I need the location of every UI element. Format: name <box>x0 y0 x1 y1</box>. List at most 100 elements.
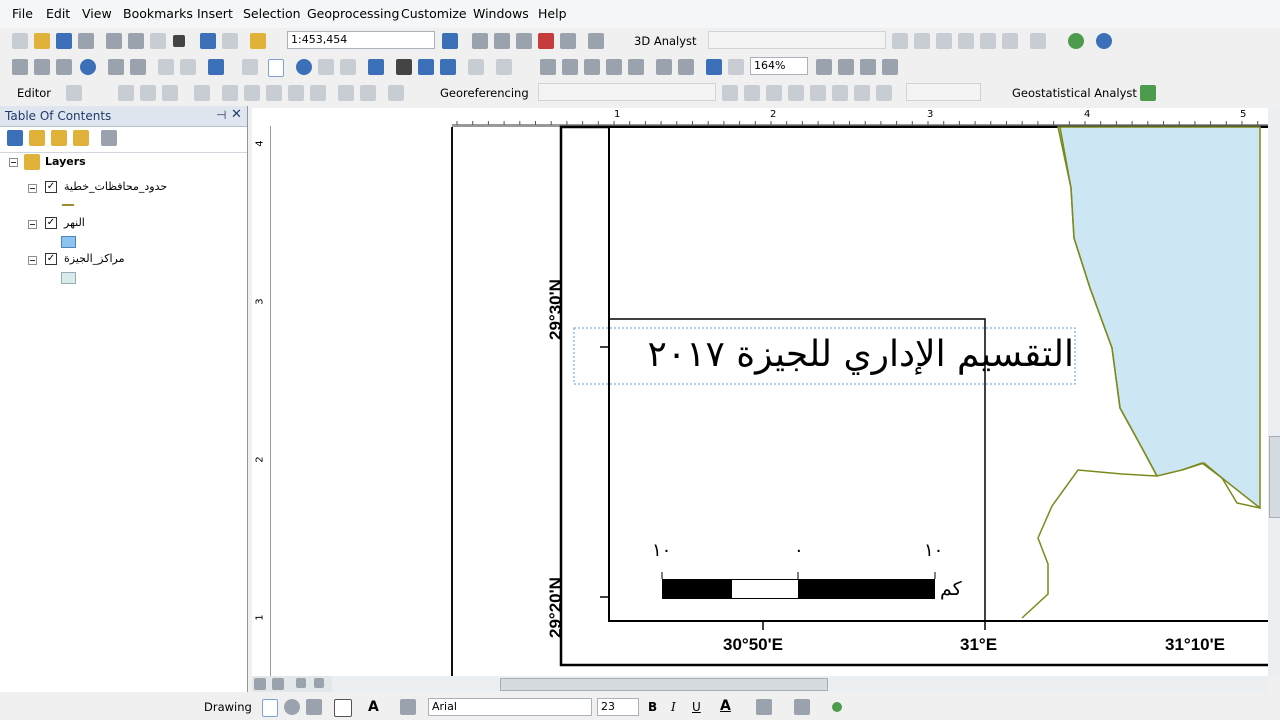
save-icon[interactable] <box>56 33 72 49</box>
data-view-icon[interactable] <box>254 678 266 690</box>
underline-button[interactable]: U <box>692 700 701 714</box>
zoom-to-selected-icon[interactable] <box>306 699 322 715</box>
select-elements-icon[interactable] <box>262 699 278 717</box>
select-features-icon[interactable] <box>208 59 224 75</box>
menu-help[interactable]: Help <box>538 6 567 21</box>
refresh-icon[interactable] <box>296 678 306 688</box>
drawing-dropdown[interactable]: Drawing <box>204 700 252 714</box>
fixed-zoom-in-layout-icon[interactable] <box>656 59 672 75</box>
horizontal-scrollbar[interactable] <box>252 676 1268 692</box>
edit-vertices-icon[interactable] <box>400 699 416 715</box>
editor-dropdown[interactable]: Editor <box>17 86 51 100</box>
marker-color-icon[interactable] <box>832 702 842 712</box>
layout-zoom-select[interactable]: 164% <box>750 57 808 75</box>
zoom-whole-page-icon[interactable] <box>606 59 622 75</box>
italic-button[interactable]: I <box>671 700 676 714</box>
undo-icon[interactable] <box>200 33 216 49</box>
menu-insert[interactable]: Insert <box>197 6 233 21</box>
menu-view[interactable]: View <box>82 6 112 21</box>
layer-name[interactable]: مراكز_الجيزة <box>64 252 124 265</box>
rotate-element-icon[interactable] <box>284 699 300 715</box>
3d-analyst-dropdown[interactable]: 3D Analyst <box>634 34 697 48</box>
toc-window-icon[interactable] <box>472 33 488 49</box>
identify-icon[interactable] <box>296 59 312 75</box>
scale-input[interactable]: 1:453,454 <box>287 31 435 49</box>
line-color-icon[interactable] <box>794 699 810 715</box>
layer-visibility-checkbox[interactable]: ✓ <box>45 181 57 193</box>
menu-edit[interactable]: Edit <box>46 6 70 21</box>
rectangle-icon[interactable] <box>334 699 352 717</box>
layout-view-icon[interactable] <box>272 678 284 690</box>
menu-file[interactable]: File <box>12 6 33 21</box>
data-driven-pages-icon[interactable] <box>882 59 898 75</box>
collapse-icon[interactable] <box>28 256 37 265</box>
font-size-select[interactable]: 23 <box>597 698 639 716</box>
zoom-out-icon[interactable] <box>34 59 50 75</box>
cut-icon[interactable] <box>106 33 122 49</box>
menu-customize[interactable]: Customize <box>401 6 467 21</box>
layer-visibility-checkbox[interactable]: ✓ <box>45 217 57 229</box>
fixed-zoom-in-icon[interactable] <box>108 59 124 75</box>
georef-value-input[interactable] <box>906 83 981 101</box>
go-to-xy-icon[interactable] <box>440 59 456 75</box>
fixed-zoom-out-icon[interactable] <box>130 59 146 75</box>
menu-windows[interactable]: Windows <box>473 6 529 21</box>
modelbuilder-icon[interactable] <box>588 33 604 49</box>
full-extent-icon[interactable] <box>80 59 96 75</box>
georef-layer-select[interactable] <box>538 83 716 101</box>
georeferencing-dropdown[interactable]: Georeferencing <box>440 86 529 100</box>
close-icon[interactable]: ✕ <box>231 107 242 122</box>
open-icon[interactable] <box>34 33 50 49</box>
python-window-icon[interactable] <box>560 33 576 49</box>
map-title[interactable]: التقسيم الإداري للجيزة ٢٠١٧ <box>604 330 1075 380</box>
focus-data-frame-icon[interactable] <box>838 59 854 75</box>
layout-pan-icon[interactable] <box>584 59 600 75</box>
new-icon[interactable] <box>12 33 28 49</box>
copy-icon[interactable] <box>128 33 144 49</box>
layer-visibility-checkbox[interactable]: ✓ <box>45 253 57 265</box>
scroll-thumb[interactable] <box>1269 436 1280 518</box>
list-by-visibility-icon[interactable] <box>51 130 67 146</box>
collapse-icon[interactable] <box>28 184 37 193</box>
measure-icon[interactable] <box>368 59 384 75</box>
paste-icon[interactable] <box>150 33 166 49</box>
layout-zoom-in-icon[interactable] <box>540 59 556 75</box>
list-by-source-icon[interactable] <box>29 130 45 146</box>
geostatistical-analyst-dropdown[interactable]: Geostatistical Analyst <box>1012 86 1137 100</box>
font-color-button[interactable]: A <box>720 698 731 714</box>
options-icon[interactable] <box>101 130 117 146</box>
search-window-icon[interactable] <box>516 33 532 49</box>
pause-icon[interactable] <box>314 678 324 688</box>
layers-root[interactable]: Layers <box>45 155 86 168</box>
fill-color-icon[interactable] <box>756 699 772 715</box>
print-icon[interactable] <box>78 33 94 49</box>
geostat-wizard-icon[interactable] <box>1140 85 1156 101</box>
bold-button[interactable]: B <box>648 700 657 714</box>
vertical-scrollbar[interactable] <box>1268 108 1280 676</box>
layer-name[interactable]: حدود_محافظات_خطية <box>64 180 167 193</box>
menu-bookmarks[interactable]: Bookmarks <box>123 6 193 21</box>
toggle-draft-icon[interactable] <box>816 59 832 75</box>
add-data-icon[interactable] <box>250 33 266 49</box>
layout-view[interactable]: 1 2 3 4 5 4 3 2 1 التقسيم الإداري للجيزة… <box>252 108 1268 676</box>
go-back-extent-icon[interactable] <box>706 59 722 75</box>
arcglobe-icon[interactable] <box>1068 33 1084 49</box>
zoom-in-icon[interactable] <box>12 59 28 75</box>
find-route-icon[interactable] <box>418 59 434 75</box>
3d-layer-select[interactable] <box>708 31 886 49</box>
menu-selection[interactable]: Selection <box>243 6 301 21</box>
text-tool-icon[interactable]: A <box>368 699 384 715</box>
zoom-100-icon[interactable] <box>628 59 644 75</box>
editor-toolbar-icon[interactable] <box>442 33 458 49</box>
collapse-icon[interactable] <box>28 220 37 229</box>
font-select[interactable]: Arial <box>428 698 592 716</box>
list-by-drawing-order-icon[interactable] <box>7 130 23 146</box>
list-by-selection-icon[interactable] <box>73 130 89 146</box>
scroll-thumb[interactable] <box>500 678 828 691</box>
find-icon[interactable] <box>396 59 412 75</box>
redo-icon[interactable] <box>222 33 238 49</box>
pan-icon[interactable] <box>56 59 72 75</box>
layer-name[interactable]: النهر <box>64 216 85 229</box>
delete-icon[interactable] <box>173 35 185 47</box>
arctoolbox-icon[interactable] <box>538 33 554 49</box>
